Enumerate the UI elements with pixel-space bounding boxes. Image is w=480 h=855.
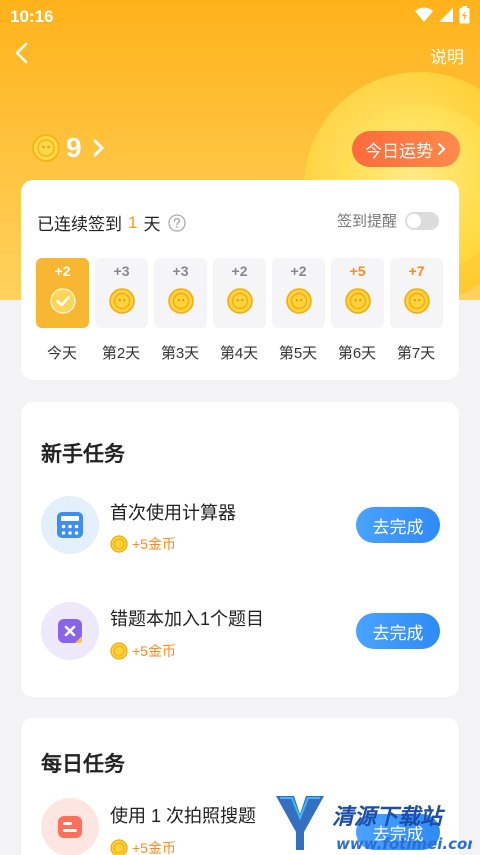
coin-icon	[110, 642, 128, 660]
go-complete-button[interactable]: 去完成	[356, 613, 440, 649]
coin-icon	[345, 288, 371, 314]
day-label: 第2天	[101, 345, 141, 362]
task-reward: +5金币	[110, 838, 176, 855]
checkin-streak: 已连续签到 1 天	[37, 210, 187, 235]
checkmark-coin-icon	[50, 288, 76, 314]
coin-icon	[110, 535, 128, 553]
section-title: 新手任务	[41, 443, 125, 466]
mistake-book-icon	[58, 619, 82, 643]
day-tile-7[interactable]: +7	[390, 258, 443, 328]
task-reward-text: +5金币	[132, 536, 176, 552]
calculator-icon	[57, 512, 83, 538]
streak-suffix: 天	[143, 215, 161, 234]
coin-balance[interactable]: 9	[32, 132, 106, 164]
question-icon[interactable]	[168, 213, 187, 232]
coin-icon	[286, 288, 312, 314]
task-name: 错题本加入1个题目	[110, 609, 265, 629]
day-label: 今天	[46, 345, 77, 362]
coin-icon	[227, 288, 253, 314]
status-icons	[415, 6, 470, 24]
day-bonus: +7	[408, 263, 425, 279]
day-tile-3[interactable]: +3	[154, 258, 207, 328]
back-button[interactable]	[8, 38, 38, 68]
streak-days: 1	[128, 212, 138, 232]
task-reward-text: +5金币	[132, 840, 176, 855]
wifi-icon	[415, 7, 433, 22]
section-title: 每日任务	[41, 753, 125, 776]
task-icon-bg	[41, 798, 99, 855]
reminder-toggle[interactable]	[405, 211, 439, 230]
day-bonus: +3	[172, 263, 189, 279]
task-reward: +5金币	[110, 641, 176, 661]
coin-icon	[404, 288, 430, 314]
day-tile-5[interactable]: +2	[272, 258, 325, 328]
day-tile-1[interactable]: +2	[36, 258, 89, 328]
day-label: 第5天	[278, 345, 318, 362]
svg-text:清源下载站: 清源下载站	[332, 805, 446, 830]
task-reward: +5金币	[110, 534, 176, 554]
coin-icon	[32, 134, 60, 162]
task-name: 使用 1 次拍照搜题	[110, 806, 257, 826]
go-complete-button[interactable]: 去完成	[356, 507, 440, 543]
status-bar: 10:16	[0, 0, 480, 34]
coin-icon	[168, 288, 194, 314]
chevron-left-icon	[15, 42, 28, 64]
day-bonus: +2	[290, 263, 307, 279]
task-reward-text: +5金币	[132, 643, 176, 659]
coin-icon	[110, 839, 128, 855]
day-label: 第3天	[160, 345, 200, 362]
chevron-right-icon	[93, 139, 104, 157]
signal-icon	[439, 8, 453, 22]
day-label: 第7天	[396, 345, 436, 362]
day-tile-4[interactable]: +2	[213, 258, 266, 328]
day-bonus: +5	[349, 263, 366, 279]
toggle-knob	[407, 213, 421, 228]
daily-fortune-button[interactable]: 今日运势	[352, 131, 460, 167]
streak-prefix: 已连续签到	[37, 215, 122, 234]
svg-text:www.fotimei.com: www.fotimei.com	[336, 835, 472, 853]
task-name: 首次使用计算器	[110, 503, 236, 523]
help-link[interactable]: 说明	[430, 43, 464, 68]
day-bonus: +2	[231, 263, 248, 279]
day-label: 第4天	[219, 345, 259, 362]
watermark-logo: 清源下载站 www.fotimei.com	[272, 792, 480, 854]
day-bonus: +3	[113, 263, 130, 279]
chevron-right-icon	[438, 143, 446, 155]
newbie-tasks-card: 新手任务 首次使用计算器 +5金币 去完成 错题本加入1个题目 +5金币 去完成	[21, 402, 459, 697]
coin-icon	[109, 288, 135, 314]
day-label: 第6天	[337, 345, 377, 362]
daily-fortune-label: 今日运势	[365, 141, 433, 161]
day-tile-6[interactable]: +5	[331, 258, 384, 328]
day-tile-2[interactable]: +3	[95, 258, 148, 328]
day-bonus: +2	[54, 263, 71, 279]
coin-balance-amount: 9	[66, 132, 82, 163]
task-icon-bg	[41, 602, 99, 660]
checkin-reminder: 签到提醒	[337, 210, 439, 231]
photo-search-icon	[58, 816, 82, 838]
task-icon-bg	[41, 496, 99, 554]
reminder-label: 签到提醒	[336, 213, 397, 230]
battery-icon	[459, 6, 470, 24]
checkin-card: 已连续签到 1 天 签到提醒 +2 +3 +3 +2 +2 +5 +7 今天 第…	[21, 180, 459, 380]
status-time: 10:16	[10, 7, 54, 26]
